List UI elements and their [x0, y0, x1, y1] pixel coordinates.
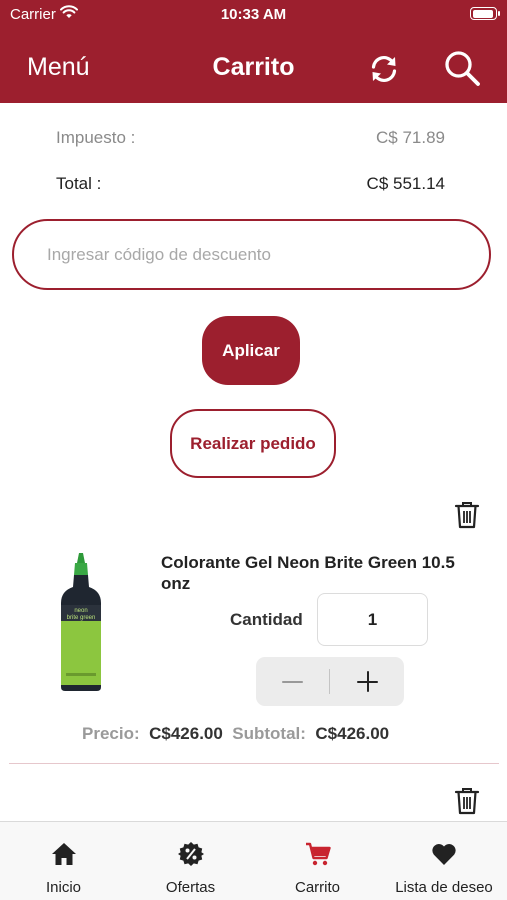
- tab-bar: Inicio Ofertas Carrito Lista de deseo: [0, 821, 507, 900]
- battery-icon: [470, 7, 500, 20]
- page-title: Carrito: [212, 53, 295, 81]
- price-line: Precio: C$426.00 Subtotal: C$426.00: [82, 724, 389, 744]
- place-order-button[interactable]: Realizar pedido: [170, 409, 336, 478]
- price-value: C$426.00: [149, 724, 223, 743]
- stepper-divider: [329, 669, 330, 694]
- tax-value: C$ 71.89: [376, 128, 445, 147]
- total-label: Total :: [56, 174, 102, 193]
- refresh-icon[interactable]: [367, 52, 401, 86]
- tab-label: Lista de deseo: [395, 879, 493, 896]
- svg-text:neon: neon: [74, 608, 87, 614]
- discount-icon: [177, 842, 204, 866]
- item-divider: [9, 763, 499, 764]
- price-label: Precio:: [82, 724, 140, 743]
- cart-icon: [305, 842, 331, 866]
- svg-text:brite green: brite green: [67, 615, 96, 621]
- quantity-field[interactable]: 1: [317, 593, 428, 646]
- quantity-stepper: [256, 657, 404, 706]
- menu-button[interactable]: Menú: [27, 53, 90, 82]
- apply-discount-button[interactable]: Aplicar: [202, 316, 300, 385]
- tab-inicio[interactable]: Inicio: [0, 822, 127, 900]
- search-icon[interactable]: [443, 49, 481, 87]
- heart-icon: [432, 844, 456, 865]
- app-screen: Carrier 10:33 AM Menú Carrito Impuesto :…: [0, 0, 507, 900]
- quantity-label: Cantidad: [230, 610, 303, 629]
- tax-label: Impuesto :: [56, 128, 136, 147]
- product-image: neon brite green: [61, 553, 101, 691]
- tab-label: Carrito: [294, 879, 340, 896]
- trash-icon[interactable]: [454, 786, 480, 816]
- status-bar: Carrier 10:33 AM: [0, 0, 507, 30]
- subtotal-label: Subtotal:: [232, 724, 306, 743]
- tab-carrito[interactable]: Carrito: [254, 822, 381, 900]
- tab-ofertas[interactable]: Ofertas: [127, 822, 254, 900]
- increment-button[interactable]: [331, 657, 404, 706]
- subtotal-value: C$426.00: [315, 724, 390, 743]
- header-bar: Carrier 10:33 AM Menú Carrito: [0, 0, 507, 103]
- product-name[interactable]: Colorante Gel Neon Brite Green 10.5 onz: [161, 552, 461, 594]
- discount-code-input[interactable]: [12, 219, 491, 290]
- status-time: 10:33 AM: [220, 6, 287, 23]
- total-value: C$ 551.14: [366, 174, 445, 193]
- decrement-button[interactable]: [256, 657, 329, 706]
- tab-label: Inicio: [45, 879, 82, 896]
- tab-lista-de-deseo[interactable]: Lista de deseo: [381, 822, 507, 900]
- home-icon: [51, 843, 76, 865]
- tab-label: Ofertas: [165, 879, 216, 896]
- trash-icon[interactable]: [454, 500, 480, 530]
